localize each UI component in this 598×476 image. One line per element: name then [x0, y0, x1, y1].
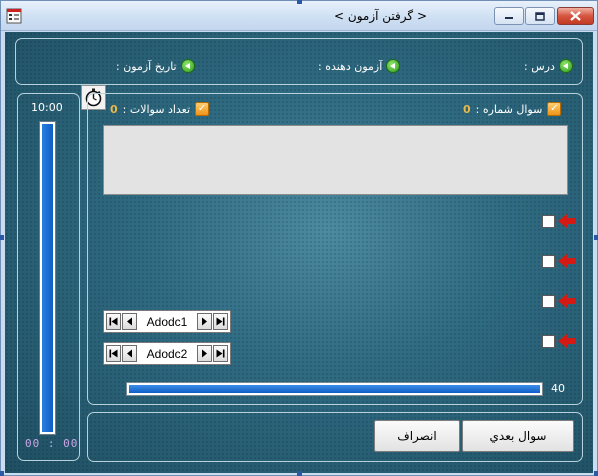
orange-check-icon: ✓ [547, 102, 562, 116]
maximize-button[interactable] [525, 7, 555, 25]
red-arrow-icon [558, 254, 575, 268]
resize-handle-left[interactable] [0, 235, 4, 240]
adodc2-navigator: Adodc2 [103, 342, 231, 365]
cancel-button[interactable]: انصراف [374, 420, 460, 452]
next-record-icon [202, 349, 207, 358]
option-checkbox-1[interactable] [542, 214, 555, 228]
red-arrow-icon [558, 294, 575, 308]
last-record-button[interactable] [213, 313, 228, 330]
question-number-field: ✓ سوال شماره : 0 [463, 102, 562, 116]
next-record-button[interactable] [197, 313, 212, 330]
red-arrow-icon [558, 334, 575, 348]
resize-handle-bottom[interactable] [297, 471, 302, 476]
prev-record-button[interactable] [122, 345, 137, 362]
timer-elapsed: 00 : 00 [25, 437, 79, 450]
question-count-label: تعداد سوالات : [122, 102, 191, 116]
progress-value: 40 [551, 382, 565, 395]
question-count-field: ✓ تعداد سوالات : 0 [110, 102, 210, 116]
form-client-area: درس : آزمون دهنده : تاريخ آزمون : 10:00 … [5, 32, 593, 473]
next-record-icon [202, 317, 207, 326]
question-text-box[interactable] [103, 125, 568, 195]
resize-handle-bottom-left[interactable] [0, 471, 4, 476]
adodc1-caption: Adodc1 [146, 314, 188, 329]
green-arrow-icon [386, 59, 401, 73]
timer-bar [39, 121, 56, 435]
title-bar[interactable]: < گرفتن آزمون > [1, 1, 597, 31]
resize-handle-right[interactable] [594, 235, 598, 240]
option-checkbox-4[interactable] [542, 334, 555, 348]
app-window: < گرفتن آزمون > درس : آزمون دهنده : تاري… [0, 0, 598, 476]
timer-total: 10:00 [31, 101, 63, 114]
option-row [542, 254, 575, 268]
form-icon [6, 8, 22, 24]
exam-progress-bar [126, 382, 543, 396]
option-row [542, 294, 575, 308]
last-record-button[interactable] [213, 345, 228, 362]
examiner-field: آزمون دهنده : [318, 59, 401, 73]
question-count-value: 0 [110, 102, 118, 116]
exam-date-label: تاريخ آزمون : [116, 59, 177, 73]
maximize-icon [535, 11, 545, 21]
orange-check-icon: ✓ [195, 102, 210, 116]
lesson-label: درس : [524, 59, 555, 73]
question-number-value: 0 [463, 102, 471, 116]
last-record-icon [216, 349, 225, 358]
last-record-icon [216, 317, 225, 326]
first-record-icon [109, 349, 118, 358]
exam-date-field: تاريخ آزمون : [116, 59, 195, 73]
adodc2-caption: Adodc2 [146, 346, 188, 361]
option-checkbox-3[interactable] [542, 294, 555, 308]
prev-record-icon [127, 317, 132, 326]
first-record-button[interactable] [106, 313, 121, 330]
close-icon [570, 11, 581, 21]
option-row [542, 214, 575, 228]
timer-bar-fill [42, 124, 53, 432]
minimize-button[interactable] [494, 7, 524, 25]
minimize-icon [505, 17, 513, 19]
prev-record-icon [127, 349, 132, 358]
exam-progress-fill [129, 385, 540, 393]
examiner-label: آزمون دهنده : [318, 59, 383, 73]
lesson-field: درس : [524, 59, 573, 73]
first-record-icon [109, 317, 118, 326]
green-arrow-icon [180, 59, 195, 73]
green-arrow-icon [558, 59, 573, 73]
first-record-button[interactable] [106, 345, 121, 362]
next-record-button[interactable] [197, 345, 212, 362]
adodc1-navigator: Adodc1 [103, 310, 231, 333]
next-question-button[interactable]: سوال بعدي [462, 420, 574, 452]
window-title: < گرفتن آزمون > [334, 9, 427, 23]
prev-record-button[interactable] [122, 313, 137, 330]
option-checkbox-2[interactable] [542, 254, 555, 268]
exam-info-panel: درس : آزمون دهنده : تاريخ آزمون : [15, 38, 583, 85]
close-button[interactable] [557, 7, 594, 25]
resize-handle-top[interactable] [297, 0, 302, 4]
question-number-label: سوال شماره : [475, 102, 543, 116]
red-arrow-icon [558, 214, 575, 228]
resize-handle-bottom-right[interactable] [594, 471, 598, 476]
option-row [542, 334, 575, 348]
